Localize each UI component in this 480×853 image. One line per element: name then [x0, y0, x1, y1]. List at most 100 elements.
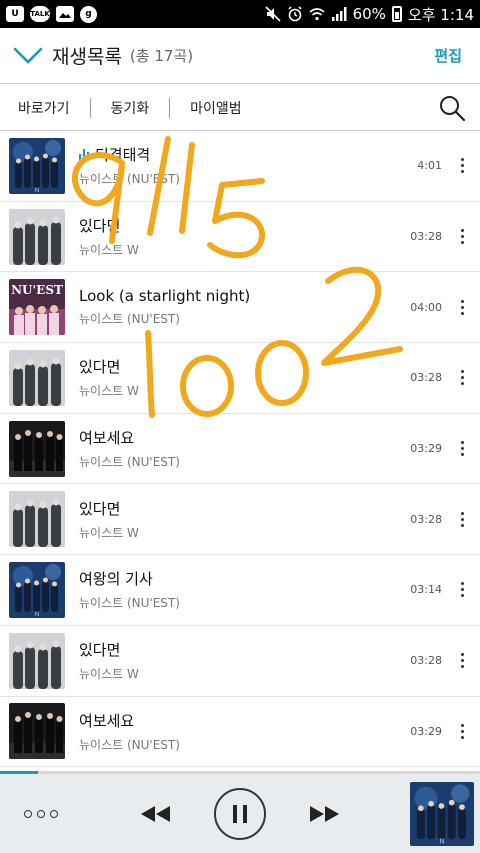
song-text: 여왕의 기사 뉴이스트 (NU'EST) — [79, 568, 408, 611]
album-art-thumbnail: N — [9, 137, 65, 194]
song-text: 티격태격 뉴이스트 (NU'EST) — [79, 144, 408, 187]
album-art-thumbnail — [9, 420, 65, 477]
song-title: 여보세요 — [79, 427, 408, 448]
song-text: 여보세요 뉴이스트 (NU'EST) — [79, 710, 408, 753]
collapse-button[interactable] — [0, 28, 56, 84]
track-count: (총 17곡) — [129, 47, 194, 65]
alarm-icon — [288, 6, 302, 22]
song-more-button[interactable] — [450, 429, 474, 469]
song-more-button[interactable] — [450, 641, 474, 681]
battery-percent: 60% — [352, 5, 386, 23]
song-title: 있다면 — [79, 215, 408, 236]
song-more-button[interactable] — [450, 217, 474, 257]
song-title-text: 티격태격 — [95, 146, 151, 165]
song-title: 여왕의 기사 — [79, 568, 408, 589]
nav-my-album[interactable]: 마이앨범 — [190, 98, 242, 118]
g-app-icon: g — [80, 5, 97, 23]
song-row[interactable]: NU'EST Look (a starlight night) 뉴이스트 (NU… — [0, 272, 480, 344]
nav-shortcuts[interactable]: 바로가기 — [18, 98, 70, 118]
system-status: 60% 오후 1:14 — [265, 4, 474, 25]
song-row[interactable]: 있다면 뉴이스트 W 03:28 — [0, 343, 480, 414]
song-title-text: 있다면 — [79, 358, 121, 377]
notification-icons: U TALK g — [6, 5, 97, 23]
kakaotalk-icon: TALK — [30, 6, 50, 22]
song-title-text: 여보세요 — [79, 711, 135, 730]
dot — [24, 809, 32, 818]
song-duration: 03:14 — [410, 583, 442, 597]
song-artist: 뉴이스트 (NU'EST) — [79, 172, 180, 187]
album-art-thumbnail — [9, 491, 65, 548]
song-duration: 03:28 — [410, 512, 442, 526]
shortcut-nav: 바로가기 동기화 마이앨범 — [0, 85, 480, 131]
song-artist: 뉴이스트 (NU'EST) — [79, 455, 180, 470]
nav-sync[interactable]: 동기화 — [111, 98, 150, 118]
song-title: 여보세요 — [79, 710, 408, 731]
edit-button[interactable]: 편집 — [434, 45, 462, 66]
song-text: 있다면 뉴이스트 W — [79, 498, 408, 541]
chevron-down-icon — [13, 47, 43, 64]
dot — [50, 809, 58, 818]
pause-button[interactable] — [212, 774, 268, 853]
song-duration: 03:28 — [410, 371, 442, 385]
song-duration: 4:01 — [417, 159, 442, 173]
fast-forward-icon — [310, 805, 339, 822]
song-title-text: 있다면 — [79, 499, 121, 518]
song-row[interactable]: 있다면 뉴이스트 W 03:28 — [0, 626, 480, 697]
song-text: Look (a starlight night) 뉴이스트 (NU'EST) — [79, 287, 408, 327]
page-title: 재생목록 — [52, 46, 122, 68]
song-artist: 뉴이스트 (NU'EST) — [79, 312, 180, 327]
battery-icon — [391, 6, 402, 22]
search-icon — [440, 95, 466, 121]
pause-icon — [214, 787, 266, 840]
song-artist: 뉴이스트 (NU'EST) — [79, 737, 180, 752]
song-title: 있다면 — [79, 639, 408, 660]
app-header: 재생목록 (총 17곡) 편집 — [0, 28, 480, 84]
song-list: N 티격태격 뉴이스트 (NU'EST) 4:01 있다면 뉴이스트 W 03:… — [0, 131, 480, 771]
song-artist: 뉴이스트 W — [79, 384, 139, 399]
clock: 오후 1:14 — [407, 5, 474, 24]
song-artist: 뉴이스트 W — [79, 525, 139, 540]
song-title-text: 여보세요 — [79, 429, 135, 448]
album-art-thumbnail: N — [9, 561, 65, 618]
mute-icon — [265, 6, 281, 22]
song-title: 있다면 — [79, 498, 408, 519]
song-title: Look (a starlight night) — [79, 287, 408, 305]
previous-button[interactable] — [136, 774, 176, 853]
album-art-thumbnail — [9, 349, 65, 406]
svg-text:N: N — [439, 838, 444, 846]
now-playing-album-art[interactable]: N — [410, 782, 474, 846]
song-duration: 03:29 — [410, 442, 442, 456]
song-more-button[interactable] — [450, 287, 474, 327]
dot — [37, 809, 45, 818]
album-art-thumbnail — [9, 632, 65, 689]
mini-player: N — [0, 774, 480, 853]
song-text: 있다면 뉴이스트 W — [79, 639, 408, 682]
song-row[interactable]: N 티격태격 뉴이스트 (NU'EST) 4:01 — [0, 131, 480, 202]
song-text: 있다면 뉴이스트 W — [79, 356, 408, 399]
song-row[interactable]: N 여왕의 기사 뉴이스트 (NU'EST) 03:14 — [0, 555, 480, 626]
song-row[interactable]: 있다면 뉴이스트 W 03:28 — [0, 202, 480, 273]
song-title: 있다면 — [79, 356, 408, 377]
song-more-button[interactable] — [450, 358, 474, 398]
song-more-button[interactable] — [450, 146, 474, 186]
song-more-button[interactable] — [450, 499, 474, 539]
song-title-text: 있다면 — [79, 217, 121, 236]
song-duration: 03:28 — [410, 230, 442, 244]
song-row[interactable]: 여보세요 뉴이스트 (NU'EST) 03:29 — [0, 697, 480, 768]
song-more-button[interactable] — [450, 570, 474, 610]
search-button[interactable] — [438, 94, 466, 122]
song-artist: 뉴이스트 W — [79, 243, 139, 258]
next-button[interactable] — [304, 774, 344, 853]
status-bar: U TALK g 60% 오후 1:14 — [0, 0, 480, 28]
song-row[interactable]: 여보세요 뉴이스트 (NU'EST) 03:29 — [0, 414, 480, 485]
song-row[interactable]: 있다면 뉴이스트 W 03:28 — [0, 484, 480, 556]
album-art-thumbnail: NU'EST — [9, 279, 65, 336]
song-more-button[interactable] — [450, 711, 474, 751]
player-more-button[interactable] — [24, 809, 58, 818]
rewind-icon — [141, 805, 170, 822]
song-title: 티격태격 — [79, 144, 408, 165]
song-artist: 뉴이스트 W — [79, 667, 139, 682]
u-app-icon: U — [6, 6, 24, 22]
song-title-text: Look (a starlight night) — [79, 287, 251, 306]
album-art-thumbnail — [9, 208, 65, 265]
